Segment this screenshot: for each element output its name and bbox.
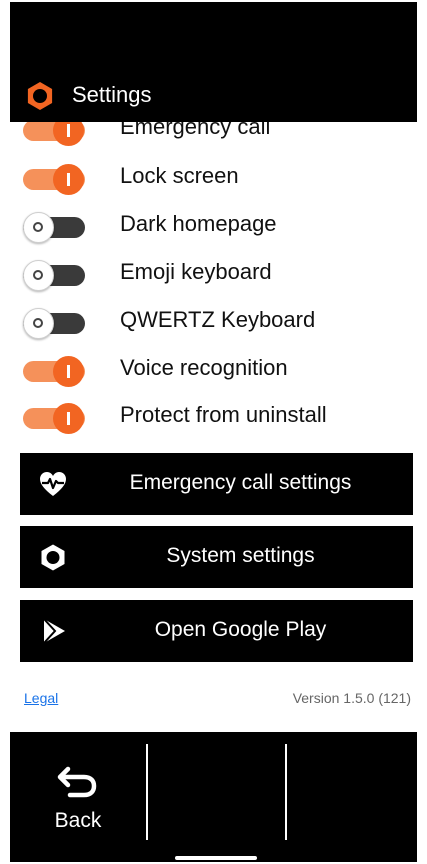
toggle-label: Protect from uninstall bbox=[120, 402, 327, 427]
home-indicator[interactable] bbox=[175, 856, 257, 860]
emoji-keyboard-switch[interactable] bbox=[23, 260, 87, 291]
button-label: Open Google Play bbox=[154, 618, 327, 641]
version-text: Version 1.5.0 (121) bbox=[292, 690, 411, 706]
app-header: Settings bbox=[10, 2, 417, 122]
open-google-play-button[interactable]: Open Google Play bbox=[20, 600, 413, 662]
gear-icon bbox=[41, 544, 65, 571]
toggle-row-protect-uninstall[interactable]: Protect from uninstall bbox=[10, 396, 417, 440]
qwertz-keyboard-switch[interactable] bbox=[23, 308, 87, 339]
settings-toggle-list: Emergency call Lock screen Dark homepage… bbox=[10, 122, 417, 442]
page-title: Settings bbox=[72, 82, 152, 107]
toggle-label: Dark homepage bbox=[120, 211, 277, 236]
back-arrow-icon bbox=[57, 766, 97, 798]
bottom-navigation-bar: Back bbox=[10, 732, 417, 862]
toggle-row-emoji-keyboard[interactable]: Emoji keyboard bbox=[10, 253, 417, 297]
toggle-label: Lock screen bbox=[120, 163, 239, 188]
voice-recognition-switch[interactable] bbox=[23, 356, 87, 387]
emergency-call-settings-button[interactable]: Emergency call settings bbox=[20, 453, 413, 515]
emergency-call-switch[interactable] bbox=[23, 122, 87, 146]
nav-divider bbox=[285, 744, 287, 840]
toggle-label: Emoji keyboard bbox=[120, 259, 272, 284]
back-label: Back bbox=[54, 809, 102, 832]
button-label: Emergency call settings bbox=[129, 471, 352, 494]
toggle-label: Emergency call bbox=[120, 122, 271, 139]
button-label: System settings bbox=[166, 544, 315, 567]
toggle-label: QWERTZ Keyboard bbox=[120, 307, 316, 332]
toggle-row-emergency-call[interactable]: Emergency call bbox=[10, 122, 417, 152]
toggle-row-qwertz-keyboard[interactable]: QWERTZ Keyboard bbox=[10, 301, 417, 345]
heart-pulse-icon bbox=[40, 472, 66, 496]
dark-homepage-switch[interactable] bbox=[23, 212, 87, 243]
app-frame: Settings Emergency call Lock screen Dark… bbox=[10, 2, 417, 862]
toggle-label: Voice recognition bbox=[120, 355, 288, 380]
toggle-row-voice-recognition[interactable]: Voice recognition bbox=[10, 349, 417, 393]
protect-uninstall-switch[interactable] bbox=[23, 403, 87, 434]
back-button[interactable]: Back bbox=[28, 757, 128, 837]
toggle-row-lock-screen[interactable]: Lock screen bbox=[10, 157, 417, 201]
gear-icon bbox=[27, 82, 53, 110]
legal-link[interactable]: Legal bbox=[24, 690, 58, 706]
play-store-icon bbox=[43, 618, 65, 644]
toggle-row-dark-homepage[interactable]: Dark homepage bbox=[10, 205, 417, 249]
system-settings-button[interactable]: System settings bbox=[20, 526, 413, 588]
nav-divider bbox=[146, 744, 148, 840]
lock-screen-switch[interactable] bbox=[23, 164, 87, 195]
